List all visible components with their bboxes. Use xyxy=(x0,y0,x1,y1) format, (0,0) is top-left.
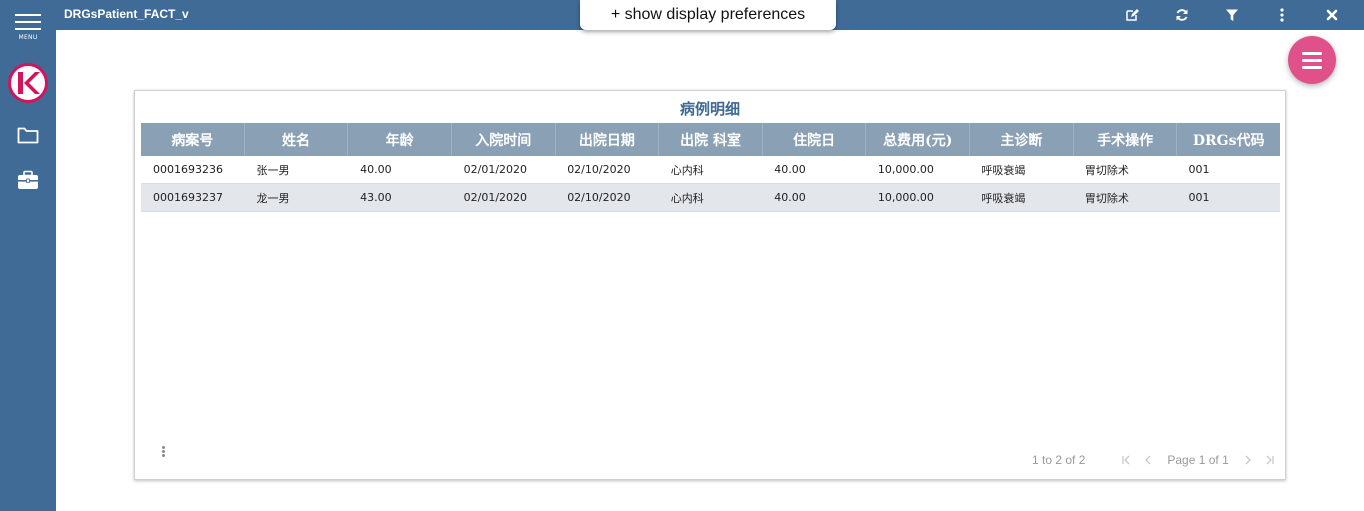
panel-title: 病例明细 xyxy=(679,100,740,118)
menu-icon xyxy=(15,14,41,16)
column-header[interactable]: 总费用(元) xyxy=(865,123,969,156)
table-cell: 龙一男 xyxy=(256,191,290,205)
table-cell: 10,000.00 xyxy=(877,163,934,176)
case-detail-panel: 病例明细 病案号 姓名 年龄 入院时间 出院日期 出院 科室 住院日 总费用(元… xyxy=(134,90,1286,480)
table-cell: 心内科 xyxy=(670,163,704,177)
table-row[interactable]: 0001693236 张一男 40.00 02/01/2020 02/10/20… xyxy=(141,156,1280,184)
sidebar: MENU xyxy=(0,0,56,511)
column-header[interactable]: 住院日 xyxy=(761,123,866,156)
logo-k-icon xyxy=(18,72,40,94)
briefcase-icon[interactable] xyxy=(16,169,40,191)
table-cell: 10,000.00 xyxy=(877,191,934,204)
pagination: 1 to 2 of 2 Page 1 of 1 xyxy=(1032,452,1281,468)
refresh-icon[interactable] xyxy=(1172,5,1192,25)
page-info: Page 1 of 1 xyxy=(1167,453,1229,467)
table-row[interactable]: 0001693237 龙一男 43.00 02/01/2020 02/10/20… xyxy=(141,184,1280,212)
table-cell: 0001693236 xyxy=(153,163,223,176)
row-count-summary: 1 to 2 of 2 xyxy=(1032,453,1086,467)
table-cell: 呼吸衰竭 xyxy=(981,163,1026,177)
column-header[interactable]: 入院时间 xyxy=(450,123,555,156)
table-cell: 40.00 xyxy=(360,163,392,176)
column-header[interactable]: DRGs代码 xyxy=(1176,123,1280,156)
data-grid: 病案号 姓名 年龄 入院时间 出院日期 出院 科室 住院日 总费用(元) 主诊断… xyxy=(141,123,1280,212)
table-cell: 胃切除术 xyxy=(1084,191,1129,205)
table-cell: 呼吸衰竭 xyxy=(981,191,1026,205)
table-cell: 0001693237 xyxy=(153,191,223,204)
table-cell: 001 xyxy=(1188,191,1210,204)
hamburger-icon xyxy=(1302,51,1322,55)
table-cell: 张一男 xyxy=(256,163,290,177)
table-cell: 02/01/2020 xyxy=(463,163,528,176)
column-header[interactable]: 姓名 xyxy=(243,123,348,156)
next-page-icon[interactable] xyxy=(1241,453,1255,467)
filter-icon[interactable] xyxy=(1222,5,1242,25)
column-header[interactable]: 出院日期 xyxy=(554,123,659,156)
close-icon[interactable] xyxy=(1322,5,1342,25)
table-cell: 胃切除术 xyxy=(1084,163,1129,177)
menu-button[interactable]: MENU xyxy=(0,8,56,48)
table-cell: 40.00 xyxy=(774,163,806,176)
table-cell: 02/01/2020 xyxy=(463,191,528,204)
first-page-icon[interactable] xyxy=(1119,453,1133,467)
last-page-icon[interactable] xyxy=(1263,453,1277,467)
edit-icon[interactable] xyxy=(1122,5,1142,25)
table-cell: 02/10/2020 xyxy=(567,163,631,176)
fab-menu-button[interactable] xyxy=(1288,36,1336,84)
grid-header: 病案号 姓名 年龄 入院时间 出院日期 出院 科室 住院日 总费用(元) 主诊断… xyxy=(141,123,1280,156)
app-title: DRGsPatient_FACT_v xyxy=(64,7,189,21)
previous-page-icon[interactable] xyxy=(1141,453,1155,467)
table-cell: 02/10/2020 xyxy=(567,191,631,204)
more-vertical-icon[interactable] xyxy=(1272,5,1292,25)
column-header[interactable]: 主诊断 xyxy=(969,123,1073,156)
column-header[interactable]: 手术操作 xyxy=(1072,123,1177,156)
table-cell: 40.00 xyxy=(774,191,806,204)
show-display-preferences-button[interactable]: + show display preferences xyxy=(580,0,836,30)
column-header[interactable]: 出院 科室 xyxy=(658,123,762,156)
column-header[interactable]: 病案号 xyxy=(141,123,244,156)
table-cell: 001 xyxy=(1188,163,1210,176)
grid-options-icon[interactable] xyxy=(159,446,167,460)
folder-icon[interactable] xyxy=(16,124,40,146)
app-logo[interactable] xyxy=(8,63,48,103)
table-cell: 43.00 xyxy=(360,191,392,204)
table-cell: 心内科 xyxy=(670,191,704,205)
column-header[interactable]: 年龄 xyxy=(347,123,451,156)
menu-label: MENU xyxy=(18,34,38,41)
